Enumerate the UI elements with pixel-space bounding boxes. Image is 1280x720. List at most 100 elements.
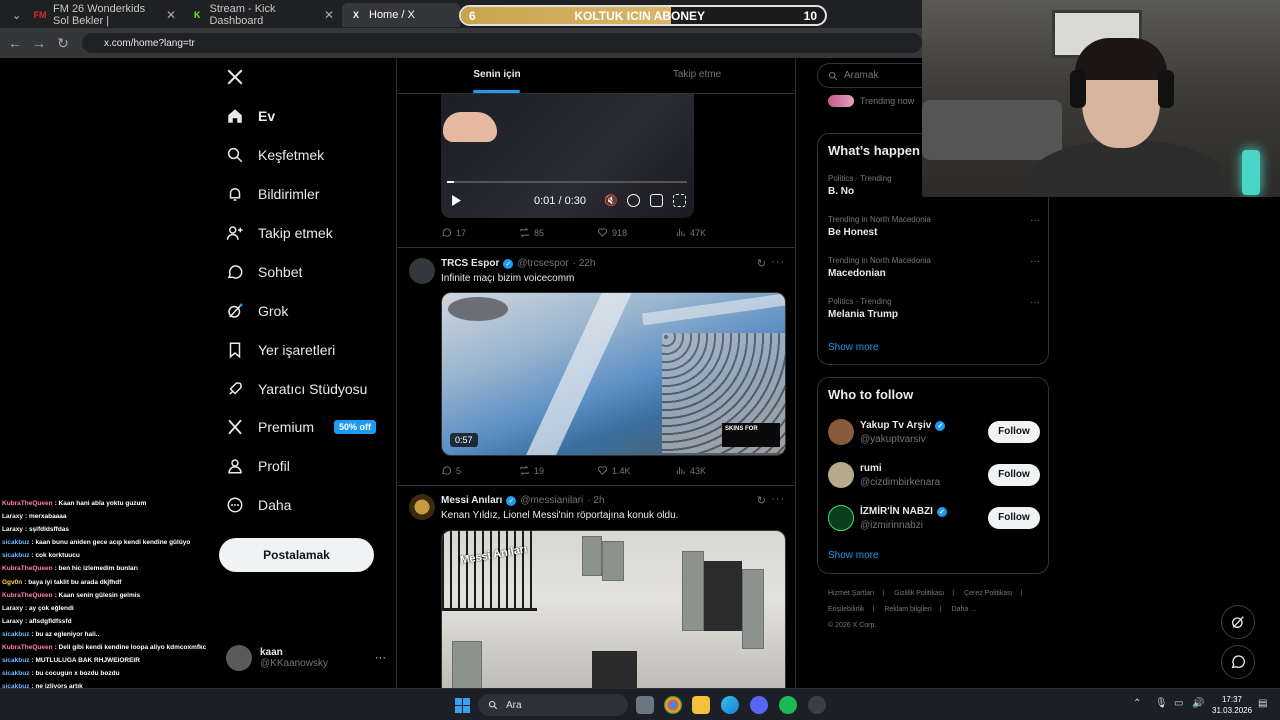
chrome-icon[interactable]: [664, 696, 682, 714]
sidebar-item-more[interactable]: Daha: [226, 496, 291, 514]
more-icon[interactable]: ···: [771, 256, 785, 268]
reply-button[interactable]: 5: [441, 465, 519, 476]
tab-for-you[interactable]: Senin için: [397, 58, 597, 93]
sidebar-item-explore[interactable]: Keşfetmek: [226, 146, 324, 164]
chevron-up-icon[interactable]: ⌃: [1133, 698, 1141, 709]
like-button[interactable]: 918: [597, 227, 675, 238]
reload-icon[interactable]: ↻: [51, 35, 75, 52]
author-name[interactable]: TRCS Espor: [441, 258, 499, 269]
sidebar-item-profile[interactable]: Profil: [226, 457, 290, 475]
microphone-icon[interactable]: 🎙: [1155, 698, 1168, 709]
video-frame: [448, 297, 508, 321]
sidebar-item-follow[interactable]: Takip etmek: [226, 224, 333, 242]
sidebar-item-home[interactable]: Ev: [226, 107, 275, 125]
author-name[interactable]: Messi Anıları: [441, 495, 502, 506]
follow-button[interactable]: Follow: [988, 421, 1040, 443]
sidebar-item-chat[interactable]: Sohbet: [226, 263, 302, 281]
back-icon[interactable]: ←: [3, 35, 27, 51]
follow-suggestion[interactable]: rumi @cizdimbirkenara Follow: [828, 460, 1040, 490]
sidebar-item-notifications[interactable]: Bildirimler: [226, 185, 319, 203]
grok-fab[interactable]: [1221, 605, 1255, 639]
chat-username: KubraTheQueen: [2, 591, 53, 599]
views-button[interactable]: 47K: [675, 227, 753, 238]
tab-kick-dashboard[interactable]: K Stream - Kick Dashboard ✕: [184, 3, 342, 27]
tab-list-button[interactable]: ⌄: [4, 3, 24, 27]
trend-item[interactable]: Trending in North Macedonia Be Honest ··…: [828, 215, 1040, 238]
follow-name: Yakup Tv Arşiv: [860, 420, 932, 431]
follow-button[interactable]: Follow: [988, 464, 1040, 486]
trending-now-pill[interactable]: Trending now: [828, 95, 914, 107]
tweet-actions: 5 19 1.4K 43K: [441, 465, 786, 476]
network-icon[interactable]: ▭: [1174, 698, 1183, 709]
post-button[interactable]: Postalamak: [219, 538, 374, 572]
edge-icon[interactable]: [721, 696, 739, 714]
footer-link[interactable]: Hizmet Şartları: [828, 590, 874, 597]
account-switcher[interactable]: kaan @KKaanowsky ···: [226, 645, 386, 671]
file-explorer-icon[interactable]: [692, 696, 710, 714]
more-icon[interactable]: ···: [1030, 297, 1040, 308]
tab-home-x[interactable]: X Home / X: [342, 3, 460, 27]
show-more-link[interactable]: Show more: [828, 342, 879, 353]
footer-link[interactable]: Erişilebilirlik: [828, 606, 865, 613]
follow-button[interactable]: Follow: [988, 507, 1040, 529]
close-icon[interactable]: ✕: [166, 8, 176, 22]
settings-icon[interactable]: [627, 194, 640, 207]
sidebar-item-bookmarks[interactable]: Yer işaretleri: [226, 341, 335, 359]
grok-icon[interactable]: ↻: [757, 257, 767, 270]
follow-suggestion[interactable]: İZMİR'İN NABZI ✓ @izmirinnabzi Follow: [828, 503, 1040, 533]
trend-context: Trending in North Macedonia: [828, 215, 931, 224]
tweet-image[interactable]: Messi Anıları: [441, 530, 786, 688]
discord-icon[interactable]: [750, 696, 768, 714]
x-favicon-icon: X: [352, 10, 359, 20]
system-clock[interactable]: 17:37 31.03.2026: [1212, 694, 1252, 716]
show-more-link[interactable]: Show more: [828, 550, 879, 561]
repost-button[interactable]: 85: [519, 227, 597, 238]
footer-link[interactable]: Gizlilik Politikası: [894, 590, 944, 597]
play-icon[interactable]: [451, 195, 462, 206]
taskbar-search[interactable]: Ara: [478, 694, 628, 716]
windows-start-icon[interactable]: [455, 698, 470, 713]
sidebar-item-creator-studio[interactable]: Yaratıcı Stüdyosu: [226, 380, 367, 398]
tab-following[interactable]: Takip etme: [597, 58, 795, 93]
spotify-icon[interactable]: [779, 696, 797, 714]
mute-icon[interactable]: 🔇: [604, 194, 618, 207]
views-icon: [676, 466, 685, 475]
author-handle[interactable]: @messianilari: [520, 495, 583, 506]
task-view-icon[interactable]: [636, 696, 654, 714]
footer-link[interactable]: Çerez Politikası: [964, 590, 1013, 597]
heart-icon: [597, 466, 608, 475]
sidebar-item-grok[interactable]: Grok: [226, 302, 288, 320]
reply-button[interactable]: 17: [441, 227, 519, 238]
x-logo-link[interactable]: [226, 68, 244, 86]
pip-icon[interactable]: [650, 194, 663, 207]
volume-icon[interactable]: 🔊: [1192, 698, 1204, 709]
tweet-video[interactable]: SKINS FOR 0:57: [441, 292, 786, 456]
more-icon[interactable]: ···: [375, 652, 386, 664]
sidebar-item-premium[interactable]: Premium 50% off: [226, 418, 377, 436]
trend-item[interactable]: Politics · Trending Melania Trump ···: [828, 297, 1040, 320]
video-progress-bar[interactable]: [447, 181, 687, 183]
messages-fab[interactable]: [1221, 645, 1255, 679]
url-field[interactable]: x.com/home?lang=tr: [82, 33, 922, 53]
tab-fm26[interactable]: FM FM 26 Wonderkids Sol Bekler | ✕: [26, 3, 184, 27]
video-player[interactable]: 0:01 / 0:30 🔇: [441, 94, 694, 218]
like-button[interactable]: 1.4K: [597, 465, 675, 476]
obs-icon[interactable]: [808, 696, 826, 714]
footer-link[interactable]: Daha ...: [952, 606, 977, 613]
more-icon[interactable]: ···: [1030, 256, 1040, 267]
footer-link[interactable]: Reklam bilgileri: [884, 606, 931, 613]
author-handle[interactable]: @trcsespor: [517, 258, 568, 269]
notification-icon[interactable]: ▤: [1258, 698, 1267, 709]
views-button[interactable]: 43K: [675, 465, 753, 476]
chat-message: KubraTheQueen: Kaan senin gülesin gelmis: [2, 589, 218, 602]
forward-icon[interactable]: →: [27, 35, 51, 51]
close-icon[interactable]: ✕: [324, 8, 334, 22]
more-icon[interactable]: ···: [771, 493, 785, 505]
follow-suggestion[interactable]: Yakup Tv Arşiv ✓ @yakuptvarsiv Follow: [828, 417, 1040, 447]
chat-icon: [1231, 655, 1245, 669]
grok-icon[interactable]: ↻: [757, 494, 767, 507]
repost-button[interactable]: 19: [519, 465, 597, 476]
trend-item[interactable]: Trending in North Macedonia Macedonian ·…: [828, 256, 1040, 279]
fullscreen-icon[interactable]: [673, 194, 686, 207]
more-icon[interactable]: ···: [1030, 215, 1040, 226]
